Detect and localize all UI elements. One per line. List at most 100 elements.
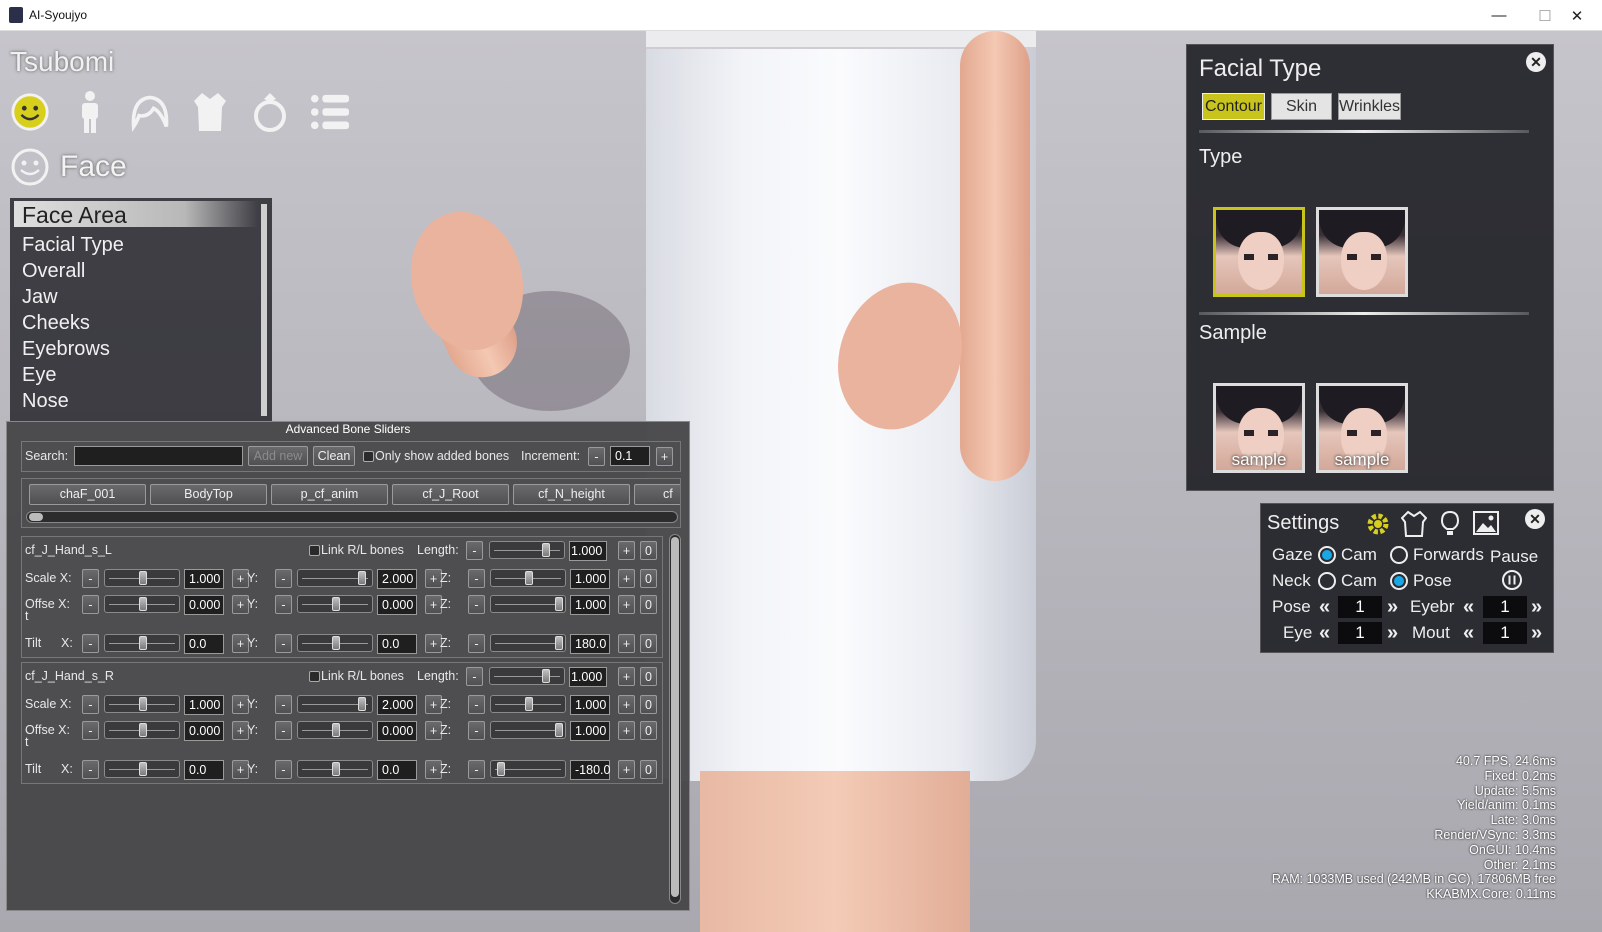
length-input[interactable]: 1.000 (569, 541, 607, 561)
only-added-checkbox[interactable] (363, 451, 374, 462)
slider-knob[interactable] (358, 571, 366, 585)
tilt-y-minus-button[interactable]: - (275, 634, 292, 653)
scale-reset-button[interactable]: 0 (640, 695, 657, 714)
face-icon[interactable] (10, 90, 50, 134)
light-bulb-icon[interactable] (1439, 510, 1461, 538)
offset-x-slider[interactable] (104, 721, 180, 739)
bone-tab[interactable]: cf_J_Root (392, 484, 509, 505)
pause-icon[interactable] (1501, 569, 1523, 591)
length-reset-button[interactable]: 0 (640, 667, 657, 686)
menu-item-cheeks[interactable]: Cheeks (22, 312, 90, 335)
close-icon[interactable]: ✕ (1526, 52, 1546, 72)
gaze-cam-radio[interactable] (1318, 546, 1336, 564)
tilt-z-plus-button[interactable]: + (618, 760, 635, 779)
tilt-z-input[interactable]: -180.0 (570, 760, 610, 780)
slider-knob[interactable] (542, 543, 550, 557)
tab-wrinkles[interactable]: Wrinkles (1338, 93, 1401, 120)
scale-z-slider[interactable] (490, 695, 566, 713)
offset-x-minus-button[interactable]: - (82, 595, 99, 614)
scale-y-input[interactable]: 2.000 (377, 695, 417, 715)
scale-z-input[interactable]: 1.000 (570, 695, 610, 715)
clean-button[interactable]: Clean (313, 446, 355, 466)
tilt-y-input[interactable]: 0.0 (377, 634, 417, 654)
offset-y-slider[interactable] (297, 721, 373, 739)
bone-tab-scrollbar[interactable] (26, 511, 678, 523)
offset-y-input[interactable]: 0.000 (377, 595, 417, 615)
bone-tab[interactable]: BodyTop (150, 484, 267, 505)
scale-z-minus-button[interactable]: - (468, 695, 485, 714)
slider-knob[interactable] (332, 597, 340, 611)
tilt-z-minus-button[interactable]: - (468, 634, 485, 653)
scale-x-minus-button[interactable]: - (82, 695, 99, 714)
menu-item-eyebrows[interactable]: Eyebrows (22, 338, 110, 361)
sample-option[interactable]: sample (1213, 383, 1305, 473)
face-type-option-selected[interactable] (1213, 207, 1305, 297)
slider-knob[interactable] (332, 762, 340, 776)
menu-item-facial-type[interactable]: Facial Type (22, 234, 124, 257)
tilt-x-minus-button[interactable]: - (82, 760, 99, 779)
slider-knob[interactable] (555, 636, 563, 650)
increment-minus-button[interactable]: - (588, 447, 605, 466)
tilt-z-slider[interactable] (490, 634, 566, 652)
offset-z-slider[interactable] (490, 595, 566, 613)
tilt-x-slider[interactable] (104, 634, 180, 652)
image-icon[interactable] (1473, 511, 1499, 535)
add-new-button[interactable]: Add new (248, 446, 308, 466)
close-window-button[interactable]: ✕ (1554, 0, 1600, 31)
offset-y-minus-button[interactable]: - (275, 721, 292, 740)
accessory-icon[interactable] (250, 90, 290, 134)
slider-knob[interactable] (139, 636, 147, 650)
slider-knob[interactable] (139, 762, 147, 776)
offset-y-minus-button[interactable]: - (275, 595, 292, 614)
slider-knob[interactable] (358, 697, 366, 711)
clothing-icon[interactable] (190, 90, 230, 134)
scale-z-plus-button[interactable]: + (618, 569, 635, 588)
slider-knob[interactable] (139, 697, 147, 711)
sample-option[interactable]: sample (1316, 383, 1408, 473)
scale-y-input[interactable]: 2.000 (377, 569, 417, 589)
tilt-y-input[interactable]: 0.0 (377, 760, 417, 780)
length-slider[interactable] (489, 667, 565, 685)
gaze-forwards-radio[interactable] (1390, 546, 1408, 564)
increment-input[interactable]: 0.1 (610, 446, 650, 466)
scale-z-minus-button[interactable]: - (468, 569, 485, 588)
eye-next-icon[interactable]: » (1387, 622, 1398, 644)
tilt-x-input[interactable]: 0.0 (184, 760, 224, 780)
slider-knob[interactable] (525, 571, 533, 585)
slider-knob[interactable] (139, 597, 147, 611)
tilt-y-minus-button[interactable]: - (275, 760, 292, 779)
tilt-z-minus-button[interactable]: - (468, 760, 485, 779)
close-icon[interactable]: ✕ (1525, 509, 1545, 529)
search-input[interactable] (74, 446, 243, 466)
length-minus-button[interactable]: - (466, 667, 483, 686)
increment-plus-button[interactable]: + (656, 447, 673, 466)
scale-z-input[interactable]: 1.000 (570, 569, 610, 589)
offset-z-plus-button[interactable]: + (618, 721, 635, 740)
menu-item-overall[interactable]: Overall (22, 260, 85, 283)
offset-z-input[interactable]: 1.000 (570, 721, 610, 741)
offset-x-input[interactable]: 0.000 (184, 721, 224, 741)
tilt-z-input[interactable]: 180.0 (570, 634, 610, 654)
eyebrow-next-icon[interactable]: » (1531, 596, 1542, 618)
clothing-icon[interactable] (1401, 510, 1427, 538)
menu-item-eye[interactable]: Eye (22, 364, 56, 387)
pose-value[interactable]: 1 (1338, 596, 1382, 618)
neck-pose-radio[interactable] (1390, 572, 1408, 590)
mouth-next-icon[interactable]: » (1531, 622, 1542, 644)
offset-x-slider[interactable] (104, 595, 180, 613)
scale-y-minus-button[interactable]: - (275, 569, 292, 588)
slider-knob[interactable] (542, 669, 550, 683)
slider-knob[interactable] (525, 697, 533, 711)
slider-knob[interactable] (332, 723, 340, 737)
slider-knob[interactable] (497, 762, 505, 776)
eyebrow-value[interactable]: 1 (1483, 596, 1527, 618)
menu-scrollbar[interactable] (261, 204, 267, 416)
menu-item-nose[interactable]: Nose (22, 390, 69, 413)
menu-list-icon[interactable] (310, 90, 350, 134)
slider-knob[interactable] (139, 723, 147, 737)
offset-x-minus-button[interactable]: - (82, 721, 99, 740)
slider-knob[interactable] (555, 723, 563, 737)
scale-x-slider[interactable] (104, 569, 180, 587)
scale-y-slider[interactable] (297, 569, 373, 587)
bone-tab[interactable]: cf_N_height (513, 484, 630, 505)
